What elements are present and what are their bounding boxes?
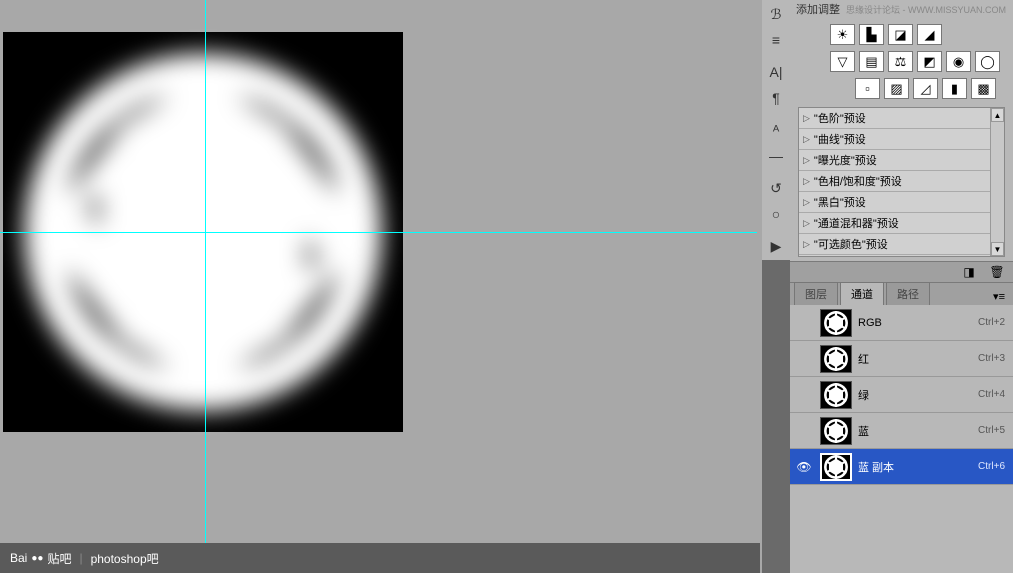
visibility-toggle[interactable]: 👁	[794, 457, 814, 477]
channel-row[interactable]: 红 Ctrl+3	[790, 341, 1013, 377]
channel-name: 绿	[858, 387, 972, 403]
footer-sub: photoshop吧	[91, 550, 159, 567]
visibility-toggle[interactable]	[794, 313, 814, 333]
channels-list: RGB Ctrl+2 红 Ctrl+3 绿 Ctrl+4 蓝 Ctrl+5 👁 蓝 副本 C…	[790, 305, 1013, 573]
footer-bar: Bai●●贴吧 | photoshop吧	[0, 543, 760, 573]
adjustments-header: 添加调整 思缘设计论坛 - WWW.MISSYUAN.COM	[790, 0, 1013, 18]
disclosure-arrow-icon: ▷	[803, 113, 810, 124]
adj-balance[interactable]: ⚖	[888, 51, 913, 72]
preset-item[interactable]: ▷ "色阶"预设	[799, 108, 990, 129]
tool-strip-bg	[762, 260, 790, 573]
adj-gradient-map[interactable]: ▮	[942, 78, 967, 99]
channel-shortcut: Ctrl+2	[978, 317, 1009, 328]
visibility-toggle[interactable]	[794, 349, 814, 369]
adj-photo-filter[interactable]: ◉	[946, 51, 971, 72]
preset-label: "色阶"预设	[814, 110, 866, 126]
disclosure-arrow-icon: ▷	[803, 218, 810, 229]
channel-name: 红	[858, 351, 972, 367]
channel-shortcut: Ctrl+3	[978, 353, 1009, 364]
adj-bw[interactable]: ◩	[917, 51, 942, 72]
disclosure-arrow-icon: ▷	[803, 134, 810, 145]
tool-circle[interactable]: ○	[764, 202, 788, 226]
guide-vertical[interactable]	[205, 0, 206, 573]
adj-brightness[interactable]: ☀	[830, 24, 855, 45]
preset-label: "色相/饱和度"预设	[814, 173, 902, 189]
preset-item[interactable]: ▷ "色相/饱和度"预设	[799, 171, 990, 192]
preset-label: "黑白"预设	[814, 194, 866, 210]
channel-shortcut: Ctrl+5	[978, 425, 1009, 436]
adj-posterize[interactable]: ▨	[884, 78, 909, 99]
preset-item[interactable]: ▷ "曲线"预设	[799, 129, 990, 150]
adj-selective[interactable]: ▩	[971, 78, 996, 99]
preset-label: "曝光度"预设	[814, 152, 877, 168]
right-panel: 添加调整 思缘设计论坛 - WWW.MISSYUAN.COM ☀ ▙ ◪ ◢ ▽…	[790, 0, 1013, 573]
preset-item[interactable]: ▷ "黑白"预设	[799, 192, 990, 213]
adj-curves[interactable]: ◪	[888, 24, 913, 45]
adj-levels[interactable]: ▙	[859, 24, 884, 45]
channel-thumbnail	[820, 381, 852, 409]
adj-hue[interactable]: ▤	[859, 51, 884, 72]
tool-character[interactable]: A|	[764, 60, 788, 84]
disclosure-arrow-icon: ▷	[803, 239, 810, 250]
disclosure-arrow-icon: ▷	[803, 155, 810, 166]
adj-mixer[interactable]: ◯	[975, 51, 1000, 72]
tool-menu[interactable]: ≡	[764, 28, 788, 52]
preset-item[interactable]: ▷ "可选颜色"预设	[799, 234, 990, 255]
scroll-up[interactable]: ▲	[991, 108, 1004, 122]
tool-history[interactable]: ↺	[764, 176, 788, 200]
tool-strip: ℬ ≡ A| ¶ ᴬ — ↺ ○ ▶	[762, 0, 790, 260]
preset-label: "通道混和器"预设	[814, 215, 899, 231]
tool-paragraph[interactable]: ¶	[764, 86, 788, 110]
panel-tabs: 图层 通道 路径 ▾≡	[790, 283, 1013, 305]
adj-invert[interactable]: ▫	[855, 78, 880, 99]
tool-brush[interactable]: ℬ	[764, 2, 788, 26]
tool-dash[interactable]: —	[764, 144, 788, 168]
panel-mid-bar: ◨ 🗑	[790, 261, 1013, 283]
presets-panel: ▷ "色阶"预设 ▷ "曲线"预设 ▷ "曝光度"预设 ▷ "色相/饱和度"预设 ▷ "黑白"预设…	[798, 107, 1005, 257]
preset-label: "曲线"预设	[814, 131, 866, 147]
channel-shortcut: Ctrl+4	[978, 389, 1009, 400]
disclosure-arrow-icon: ▷	[803, 197, 810, 208]
presets-scrollbar[interactable]: ▲ ▼	[990, 108, 1004, 256]
channel-row[interactable]: 👁 蓝 副本 Ctrl+6	[790, 449, 1013, 485]
adj-vibrance[interactable]: ▽	[830, 51, 855, 72]
visibility-toggle[interactable]	[794, 421, 814, 441]
canvas-area[interactable]	[0, 0, 757, 573]
guide-horizontal[interactable]	[0, 232, 757, 233]
preset-label: "可选颜色"预设	[814, 236, 888, 252]
adj-exposure[interactable]: ◢	[917, 24, 942, 45]
tab-layers[interactable]: 图层	[794, 282, 838, 305]
footer-logo: Bai●●贴吧	[10, 550, 71, 567]
tab-channels[interactable]: 通道	[840, 282, 884, 305]
tool-typography[interactable]: ᴬ	[764, 118, 788, 142]
adjustment-icons: ☀ ▙ ◪ ◢ ▽ ▤ ⚖ ◩ ◉ ◯ ▫ ▨ ◿ ▮ ▩	[790, 18, 1013, 103]
preset-item[interactable]: ▷ "曝光度"预设	[799, 150, 990, 171]
channel-thumbnail	[820, 453, 852, 481]
tool-play[interactable]: ▶	[764, 234, 788, 258]
channel-thumbnail	[820, 417, 852, 445]
tab-paths[interactable]: 路径	[886, 282, 930, 305]
channel-name: 蓝 副本	[858, 459, 972, 475]
adj-threshold[interactable]: ◿	[913, 78, 938, 99]
channel-name: RGB	[858, 317, 972, 329]
scroll-down[interactable]: ▼	[991, 242, 1004, 256]
channel-thumbnail	[820, 309, 852, 337]
trash-icon[interactable]: 🗑	[987, 264, 1007, 280]
clip-to-layer-icon[interactable]: ◨	[959, 264, 979, 280]
channel-shortcut: Ctrl+6	[978, 461, 1009, 472]
disclosure-arrow-icon: ▷	[803, 176, 810, 187]
channel-row[interactable]: 绿 Ctrl+4	[790, 377, 1013, 413]
preset-item[interactable]: ▷ "通道混和器"预设	[799, 213, 990, 234]
channel-name: 蓝	[858, 423, 972, 439]
channel-row[interactable]: RGB Ctrl+2	[790, 305, 1013, 341]
channel-row[interactable]: 蓝 Ctrl+5	[790, 413, 1013, 449]
tab-menu-icon[interactable]: ▾≡	[989, 288, 1009, 305]
channel-thumbnail	[820, 345, 852, 373]
watermark: 思缘设计论坛 - WWW.MISSYUAN.COM	[846, 3, 1006, 16]
visibility-toggle[interactable]	[794, 385, 814, 405]
